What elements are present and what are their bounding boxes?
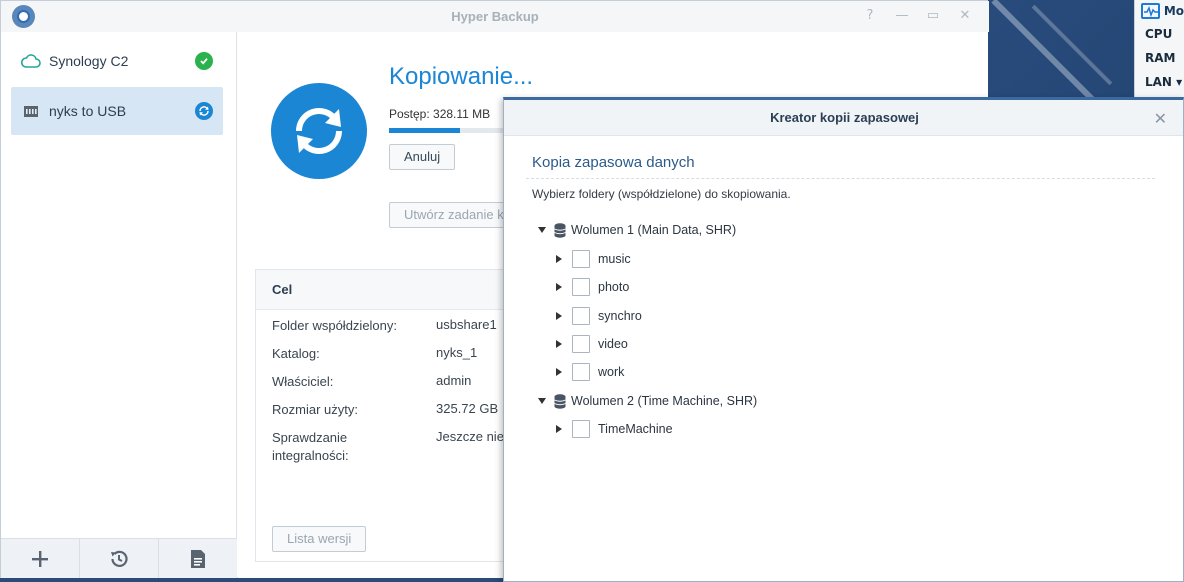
backup-status-title: Kopiowanie... — [389, 63, 534, 90]
folder-row[interactable]: music — [556, 248, 631, 270]
document-icon — [191, 550, 205, 568]
expand-arrow-icon[interactable] — [556, 340, 562, 348]
database-icon — [554, 222, 566, 238]
success-check-icon — [195, 52, 213, 70]
info-value: 325.72 GB — [436, 401, 499, 416]
help-icon[interactable]: ? — [862, 8, 878, 24]
folder-label: work — [598, 365, 625, 379]
widget-row-ram: RAM — [1145, 51, 1176, 65]
folder-row[interactable]: video — [556, 333, 628, 355]
folder-checkbox[interactable] — [572, 250, 590, 268]
window-title: Hyper Backup — [451, 9, 539, 24]
minimize-icon[interactable]: — — [894, 8, 910, 24]
desktop-taskbar-edge — [0, 578, 503, 582]
add-task-button[interactable] — [1, 539, 80, 579]
folder-checkbox[interactable] — [572, 307, 590, 325]
log-button[interactable] — [159, 539, 237, 579]
widget-row-cpu: CPU — [1145, 27, 1173, 41]
widget-row-lan[interactable]: LAN ▾ — [1135, 70, 1184, 94]
database-icon — [554, 393, 566, 409]
folder-row[interactable]: TimeMachine — [556, 418, 673, 440]
volume-label: Wolumen 1 (Main Data, SHR) — [571, 223, 737, 237]
task-item-synology-c2[interactable]: Synology C2 — [11, 37, 223, 85]
folder-label: music — [598, 252, 631, 266]
folder-checkbox[interactable] — [572, 363, 590, 381]
expand-arrow-icon[interactable] — [556, 368, 562, 376]
expand-arrow-icon[interactable] — [556, 312, 562, 320]
collapse-arrow-icon[interactable] — [538, 227, 546, 233]
folder-label: photo — [598, 280, 630, 294]
sync-running-icon — [195, 102, 213, 120]
expand-arrow-icon[interactable] — [556, 283, 562, 291]
expand-arrow-icon[interactable] — [556, 425, 562, 433]
task-label: nyks to USB — [49, 103, 127, 119]
window-titlebar[interactable]: Hyper Backup ? — ▭ ✕ — [1, 1, 989, 32]
dialog-heading: Kopia zapasowa danych — [532, 154, 695, 171]
folder-row[interactable]: synchro — [556, 305, 642, 327]
info-key: Folder współdzielony: — [272, 318, 398, 333]
history-icon — [111, 550, 128, 567]
volume-node[interactable]: Wolumen 2 (Time Machine, SHR) — [538, 390, 757, 412]
collapse-arrow-icon[interactable] — [538, 398, 546, 404]
task-item-nyks-to-usb[interactable]: nyks to USB — [11, 87, 223, 135]
expand-arrow-icon[interactable] — [556, 255, 562, 263]
folder-row[interactable]: work — [556, 361, 624, 383]
volume-node[interactable]: Wolumen 1 (Main Data, SHR) — [538, 219, 736, 241]
resource-monitor-widget[interactable]: Mo CPU RAM LAN ▾ — [1134, 0, 1184, 98]
folder-checkbox[interactable] — [572, 420, 590, 438]
cloud-icon — [21, 51, 41, 71]
info-key: Właściciel: — [272, 374, 334, 389]
widget-title: Mo — [1163, 4, 1184, 18]
backup-wizard-dialog: Kreator kopii zapasowej ✕ Kopia zapasowa… — [503, 97, 1184, 582]
create-task-button[interactable]: Utwórz zadanie k — [389, 202, 507, 228]
close-icon[interactable]: ✕ — [957, 8, 973, 24]
dialog-title: Kreator kopii zapasowej — [770, 110, 919, 125]
sidebar-toolbar — [1, 538, 237, 579]
volume-label: Wolumen 2 (Time Machine, SHR) — [571, 394, 758, 408]
version-list-button[interactable]: Lista wersji — [272, 526, 367, 552]
backup-in-progress-icon — [271, 83, 367, 179]
dialog-description: Wybierz foldery (współdzielone) do skopi… — [532, 187, 791, 201]
info-value: nyks_1 — [436, 345, 478, 360]
progress-bar-fill — [389, 128, 461, 133]
target-info-panel: Cel Folder współdzielony: usbshare1 Kata… — [255, 269, 515, 562]
info-key: Rozmiar użyty: — [272, 402, 358, 417]
restore-history-button[interactable] — [80, 539, 159, 579]
folder-row[interactable]: photo — [556, 276, 629, 298]
folder-checkbox[interactable] — [572, 278, 590, 296]
usb-drive-icon — [21, 101, 41, 121]
folder-label: synchro — [598, 309, 642, 323]
info-value: usbshare1 — [436, 317, 497, 332]
progress-text: Postęp: 328.11 MB — [389, 107, 491, 121]
folder-checkbox[interactable] — [572, 335, 590, 353]
info-value: admin — [436, 373, 472, 388]
maximize-icon[interactable]: ▭ — [925, 8, 941, 24]
task-label: Synology C2 — [49, 53, 129, 69]
info-value: Jeszcze nie — [436, 429, 504, 444]
close-icon[interactable]: ✕ — [1154, 109, 1167, 128]
folder-label: video — [598, 337, 628, 351]
folder-label: TimeMachine — [598, 422, 673, 436]
dialog-titlebar[interactable]: Kreator kopii zapasowej ✕ — [504, 100, 1183, 136]
task-sidebar: Synology C2 nyks to USB — [1, 32, 237, 579]
resource-monitor-icon — [1141, 3, 1160, 19]
cancel-button[interactable]: Anuluj — [389, 144, 456, 170]
plus-icon — [32, 551, 48, 567]
info-key: Katalog: — [272, 346, 320, 361]
progress-bar — [389, 128, 514, 133]
panel-title: Cel — [256, 270, 514, 310]
info-key: Sprawdzanie integralności: — [272, 430, 349, 463]
divider — [526, 178, 1155, 179]
